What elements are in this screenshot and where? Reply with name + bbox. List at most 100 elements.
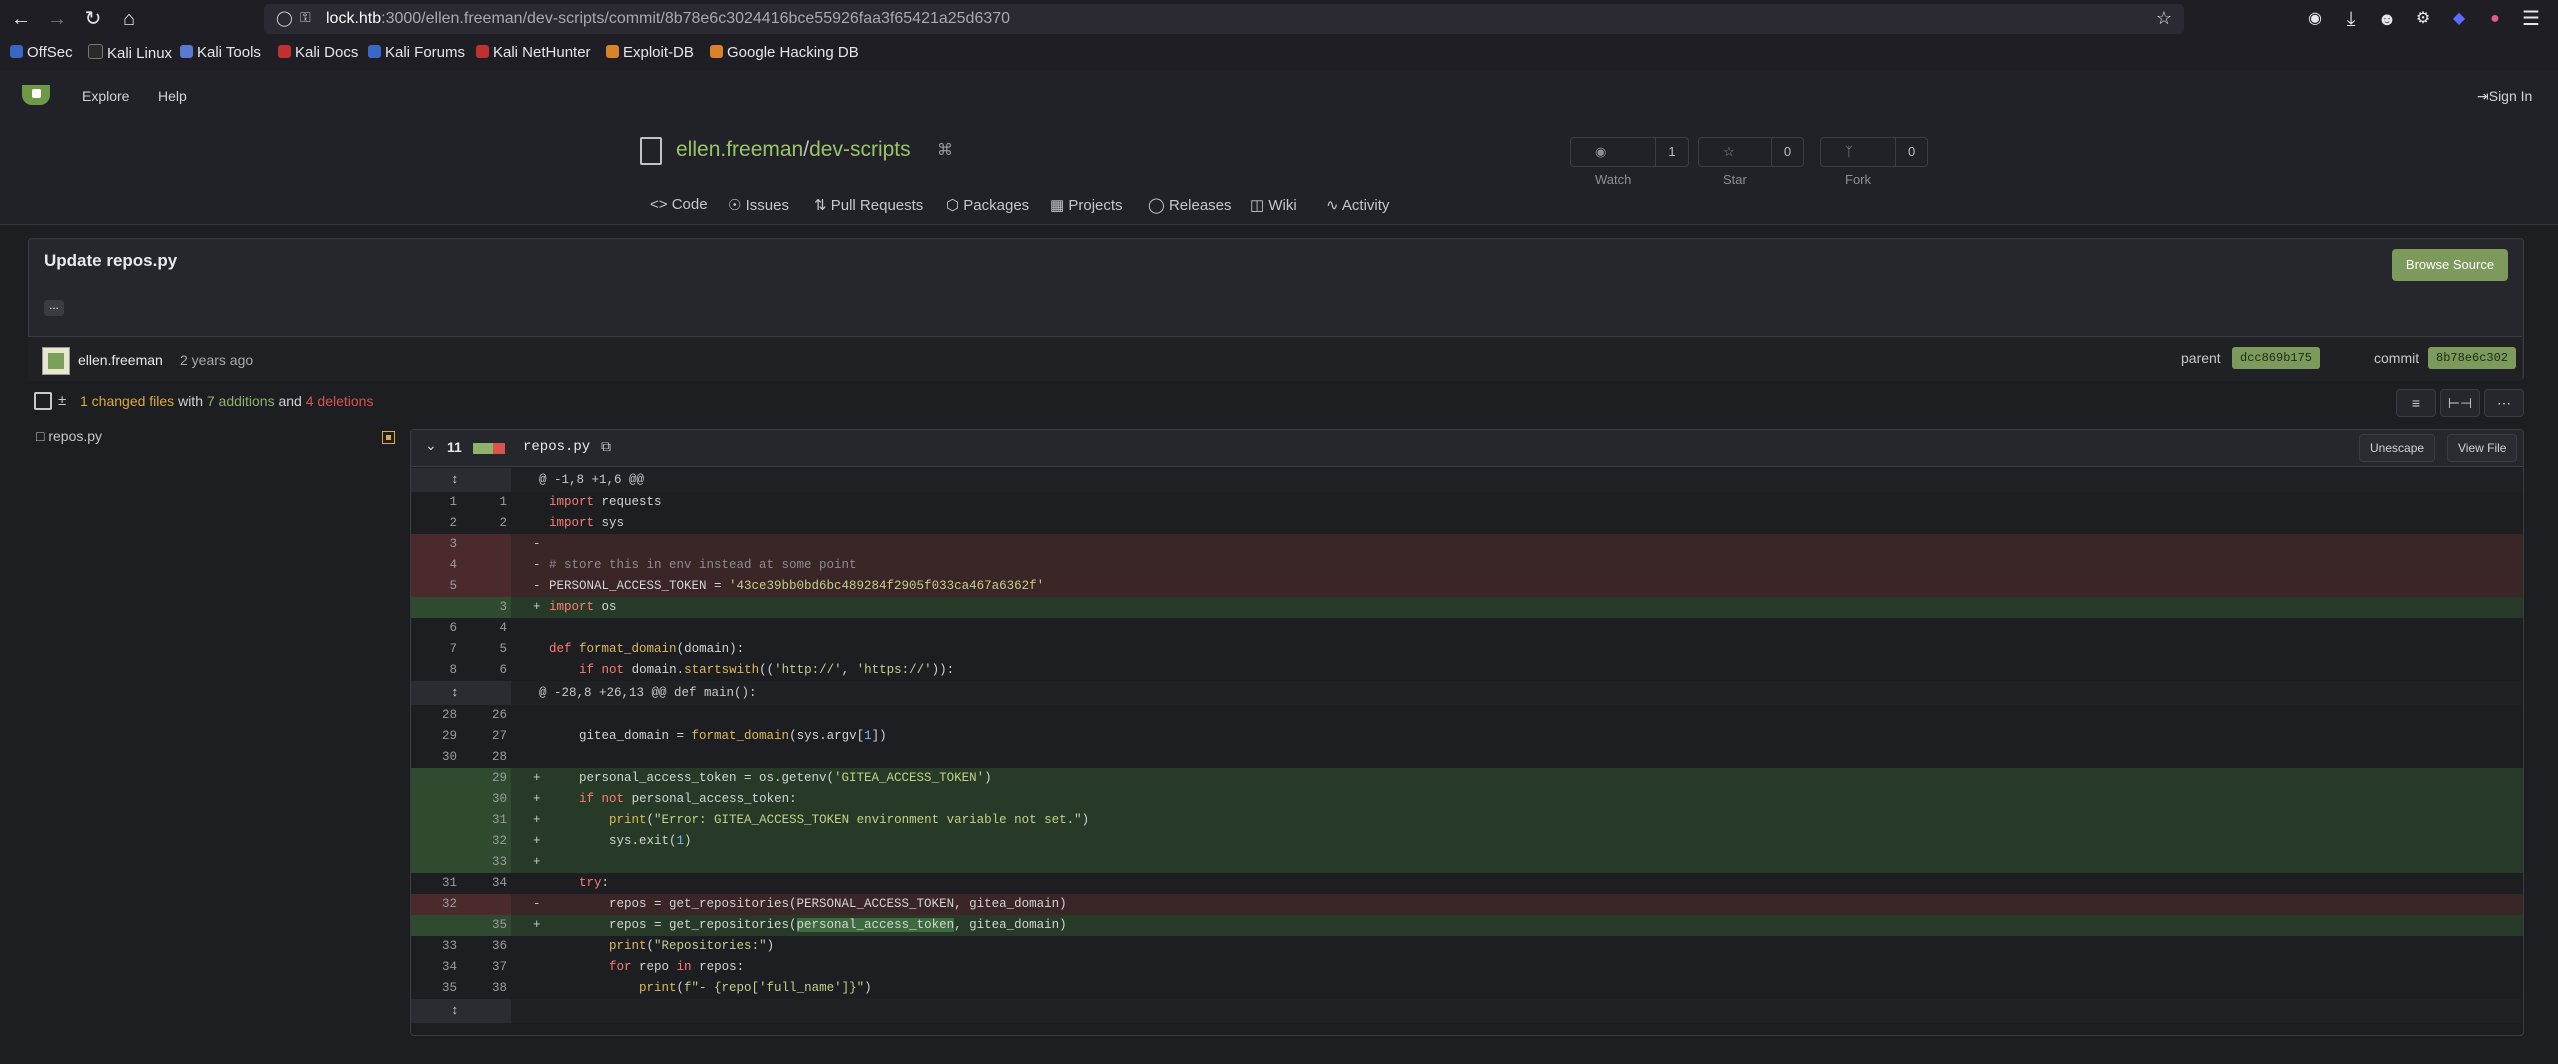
commit-sha[interactable]: 8b78e6c302 [2428,347,2517,369]
new-line-number[interactable]: 26 [461,705,507,726]
url-text[interactable]: lock.htb:3000/ellen.freeman/dev-scripts/… [326,10,1010,28]
old-line-number[interactable]: 33 [411,936,457,957]
bookmark-kali-forums[interactable]: Kali Forums [368,44,465,61]
extension-hackbar-icon[interactable]: ◆ [2446,6,2472,32]
new-line-number[interactable]: 30 [461,789,507,810]
old-line-number[interactable]: 1 [411,492,457,513]
diff-file-name[interactable]: repos.py [523,439,590,455]
back-icon[interactable]: ← [8,6,34,32]
browse-source-button[interactable]: Browse Source [2392,249,2508,281]
rss-icon[interactable]: ⌘ [937,140,953,160]
tab-activity[interactable]: ∿ Activity [1326,196,1389,214]
more-options-icon[interactable]: ⋯ [2484,389,2524,417]
new-line-number[interactable]: 3 [461,597,507,618]
tab-issues[interactable]: ☉ Issues [728,196,789,214]
view-file-button[interactable]: View File [2447,434,2518,462]
bookmark-kali-nethunter[interactable]: Kali NetHunter [476,44,591,61]
expand-lines-icon[interactable]: ↕ [451,468,459,492]
shield-icon[interactable]: ◯ [276,9,293,27]
old-line-number[interactable]: 28 [411,705,457,726]
star-count[interactable]: 0 [1770,138,1803,166]
collapse-chevron-icon[interactable]: ⌄ [425,437,437,454]
lock-icon[interactable]: ⚿ [300,9,311,26]
bookmark-kali-linux[interactable]: Kali Linux [88,44,172,62]
author-link[interactable]: ellen.freeman [78,352,163,368]
bookmark-exploit-db[interactable]: Exploit-DB [606,44,694,61]
expand-message-button[interactable]: ... [44,299,64,316]
fork-button[interactable]: ᛉ Fork 0 [1820,137,1929,187]
url-bar[interactable]: ◯ ⚿ lock.htb:3000/ellen.freeman/dev-scri… [264,4,2184,34]
new-line-number[interactable]: 32 [461,831,507,852]
old-line-number[interactable]: 4 [411,555,457,576]
repo-name-link[interactable]: dev-scripts [809,138,911,161]
new-line-number[interactable]: 36 [461,936,507,957]
changed-files-link[interactable]: 1 changed files [80,393,174,409]
file-tree-item[interactable]: repos.py [48,428,102,444]
pocket-icon[interactable]: ◉ [2302,6,2328,32]
old-line-number[interactable]: 35 [411,978,457,999]
repo-owner-link[interactable]: ellen.freeman [676,138,803,161]
split-view-icon[interactable]: ⊢⊣ [2440,389,2480,417]
old-line-number[interactable]: 29 [411,726,457,747]
watch-count[interactable]: 1 [1655,138,1687,166]
old-line-number[interactable]: 2 [411,513,457,534]
nav-help[interactable]: Help [158,88,187,104]
new-line-number[interactable]: 34 [461,873,507,894]
old-line-number[interactable]: 3 [411,534,457,555]
gitea-logo[interactable] [22,85,50,105]
bookmark-kali-docs[interactable]: Kali Docs [278,44,358,61]
downloads-icon[interactable]: ⤓ [2338,6,2364,32]
extension-foxyproxy-icon[interactable]: ● [2482,6,2508,32]
new-line-number[interactable]: 29 [461,768,507,789]
new-line-number[interactable]: 28 [461,747,507,768]
old-line-number[interactable]: 30 [411,747,457,768]
old-line-number[interactable]: 32 [411,894,457,915]
reload-icon[interactable]: ↻ [80,6,106,32]
old-line-number[interactable]: 7 [411,639,457,660]
avatar[interactable] [42,347,70,375]
expand-lines-icon[interactable]: ↕ [451,999,459,1023]
menu-icon[interactable]: ☰ [2518,6,2544,32]
tab-code[interactable]: <> Code [650,196,708,213]
tab-projects[interactable]: ▦ Projects [1050,196,1123,214]
bookmark-offsec[interactable]: OffSec [10,44,73,61]
new-line-number[interactable]: 38 [461,978,507,999]
toggle-file-tree-icon[interactable] [34,392,52,410]
new-line-number[interactable]: 31 [461,810,507,831]
tab-wiki[interactable]: ◫ Wiki [1250,196,1297,214]
home-icon[interactable]: ⌂ [116,6,142,32]
copy-path-icon[interactable]: ⧉ [601,438,611,455]
unescape-button[interactable]: Unescape [2359,434,2436,462]
old-line-number[interactable]: 8 [411,660,457,681]
account-icon[interactable]: ☻ [2374,6,2400,32]
bookmark-kali-tools[interactable]: Kali Tools [180,44,261,61]
new-line-number[interactable]: 4 [461,618,507,639]
expand-lines-icon[interactable]: ↕ [451,681,459,705]
new-line-number[interactable]: 33 [461,852,507,873]
new-line-number[interactable]: 37 [461,957,507,978]
fork-count[interactable]: 0 [1895,138,1927,166]
bookmark-google-hacking-db[interactable]: Google Hacking DB [710,44,859,61]
tab-releases[interactable]: ◯ Releases [1148,196,1232,214]
old-line-number[interactable]: 34 [411,957,457,978]
star-button[interactable]: ☆ Star 0 [1698,137,1805,187]
old-line-number[interactable]: 31 [411,873,457,894]
forward-icon[interactable]: → [44,6,70,32]
whitespace-toggle-icon[interactable]: ≡ [2396,389,2436,417]
old-line-number[interactable]: 5 [411,576,457,597]
new-line-number[interactable]: 6 [461,660,507,681]
new-line-number[interactable]: 35 [461,915,507,936]
new-line-number[interactable]: 2 [461,513,507,534]
new-line-number[interactable]: 5 [461,639,507,660]
parent-sha[interactable]: dcc869b175 [2232,347,2321,369]
sign-in-link[interactable]: ⇥Sign In [2477,88,2532,105]
new-line-number[interactable]: 27 [461,726,507,747]
tab-packages[interactable]: ⬡ Packages [946,196,1029,214]
extensions-icon[interactable]: ⚙ [2410,6,2436,32]
old-line-number[interactable]: 6 [411,618,457,639]
tab-pull-requests[interactable]: ⇅ Pull Requests [814,196,923,214]
bookmark-star-icon[interactable]: ☆ [2156,8,2172,29]
nav-explore[interactable]: Explore [82,88,129,104]
new-line-number[interactable]: 1 [461,492,507,513]
watch-button[interactable]: ◉ Watch 1 [1570,137,1689,187]
